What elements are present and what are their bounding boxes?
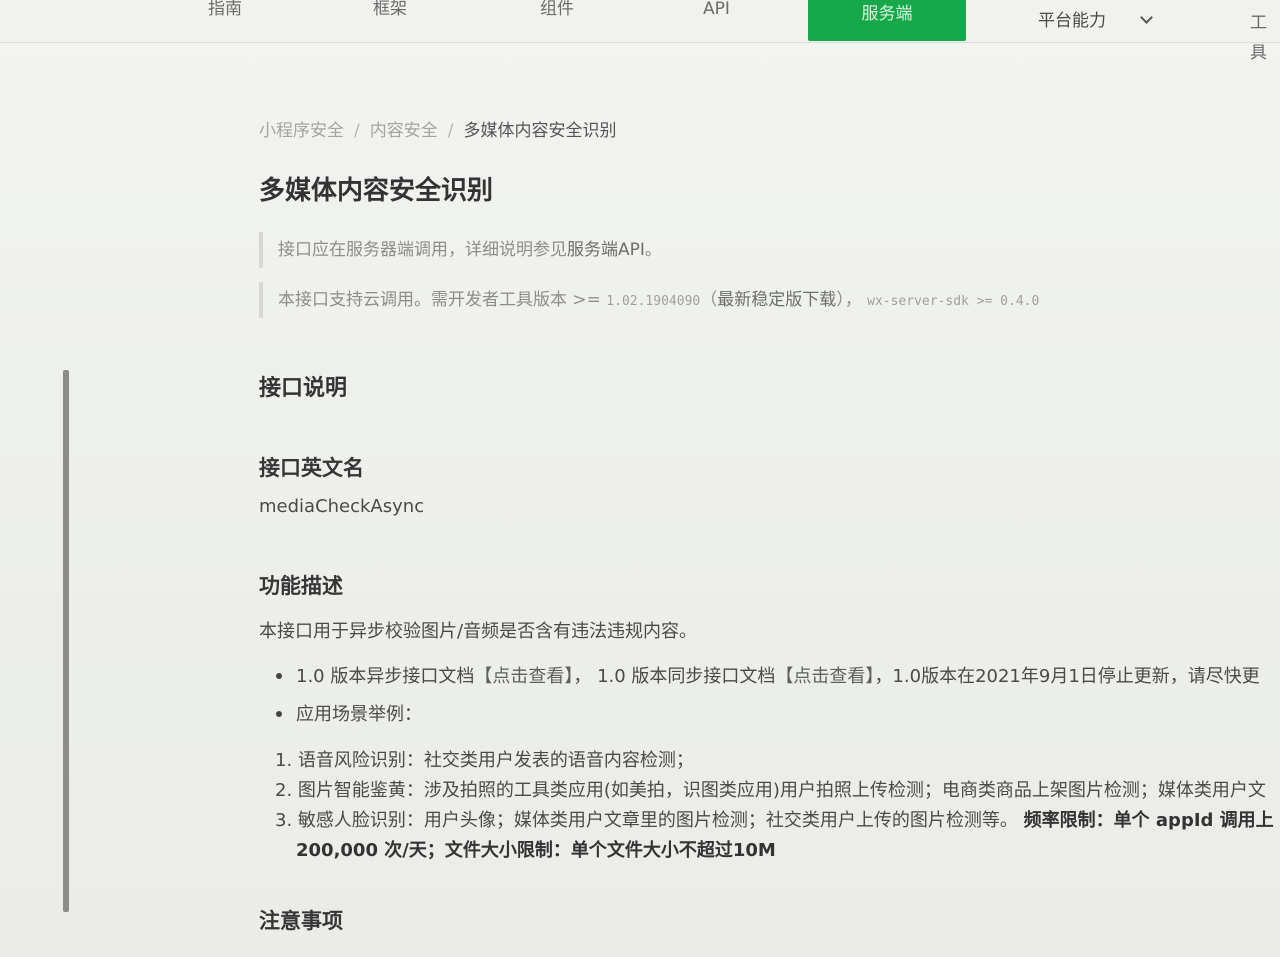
notice-text: 接口应在服务器端调用，详细说明参见	[278, 240, 567, 260]
sidebar-scrollbar[interactable]	[63, 370, 69, 912]
bullet-text: ，1.0版本在2021年9月1日停止更新，请尽快更	[874, 666, 1260, 687]
section-interface-description: 接口说明	[259, 376, 348, 401]
bullet-text: ， 1.0 版本同步接口文档	[573, 666, 776, 687]
list-item: 应用场景举例：	[276, 700, 422, 726]
notice-server-call: 接口应在服务器端调用，详细说明参见服务端API。	[259, 232, 1278, 268]
english-name-value: mediaCheckAsync	[259, 496, 425, 517]
breadcrumb-separator: /	[447, 121, 454, 141]
breadcrumb-miniprogram-security[interactable]: 小程序安全	[259, 121, 344, 141]
chevron-down-icon	[1140, 11, 1153, 24]
async-doc-link[interactable]: 【点击查看】	[474, 666, 573, 687]
nav-tools[interactable]: 工具	[1250, 8, 1280, 63]
page: 指南 框架 组件 API 服务端 平台能力 工具 小程序安全 / 内容安全 / 多媒体内…	[0, 0, 1280, 957]
heading-function-description: 功能描述	[259, 574, 343, 598]
nav-api[interactable]: API	[703, 0, 730, 24]
rate-limit-text: 频率限制：单个 appId 调用上	[1023, 810, 1274, 831]
paren-open: （	[700, 290, 718, 310]
breadcrumb-content-security[interactable]: 内容安全	[370, 121, 438, 141]
bullet-icon	[276, 711, 282, 717]
bullet-text: 1.0 版本异步接口文档	[296, 666, 475, 687]
server-api-link[interactable]: 服务端API	[567, 240, 645, 260]
list-item: 1.0 版本异步接口文档【点击查看】， 1.0 版本同步接口文档【点击查看】，1…	[276, 662, 1260, 688]
notice-cloud-call: 本接口支持云调用。需开发者工具版本 >= 1.02.1904090（最新稳定版下…	[259, 282, 1278, 318]
ordered-item-text: 3. 敏感人脸识别：用户头像；媒体类用户文章里的图片检测；社交类用户上传的图片检…	[275, 810, 1018, 831]
ordered-item-image: 2. 图片智能鉴黄：涉及拍照的工具类应用(如美拍，识图类应用)用户拍照上传检测；…	[275, 780, 1266, 801]
bullet-icon	[276, 673, 282, 679]
heading-notes: 注意事项	[259, 909, 343, 933]
breadcrumb-current: 多媒体内容安全识别	[463, 121, 617, 141]
paren-close: ），	[836, 290, 862, 310]
nav-platform-label: 平台能力	[1038, 11, 1106, 31]
devtools-version: 1.02.1904090	[606, 294, 701, 309]
page-title: 多媒体内容安全识别	[259, 176, 494, 206]
top-nav: 指南 框架 组件 API 服务端 平台能力 工具	[0, 0, 1280, 63]
breadcrumb: 小程序安全 / 内容安全 / 多媒体内容安全识别	[259, 116, 616, 141]
nav-guide[interactable]: 指南	[208, 0, 242, 24]
sdk-version: wx-server-sdk >= 0.4.0	[867, 294, 1040, 309]
sync-doc-link[interactable]: 【点击查看】	[775, 666, 874, 687]
ordered-item-face: 3. 敏感人脸识别：用户头像；媒体类用户文章里的图片检测；社交类用户上传的图片检…	[275, 806, 1274, 832]
breadcrumb-separator: /	[354, 121, 360, 141]
limit-details: 200,000 次/天；文件大小限制：单个文件大小不超过10M	[296, 840, 776, 861]
notice-tail: 。	[644, 240, 662, 260]
ordered-item-voice: 1. 语音风险识别：社交类用户发表的语音内容检测；	[275, 750, 694, 771]
nav-platform-dropdown[interactable]: 平台能力	[1038, 6, 1153, 31]
heading-english-name: 接口英文名	[259, 456, 364, 480]
notice-text: 本接口支持云调用。需开发者工具版本 >=	[278, 290, 607, 310]
bullet-text: 应用场景举例：	[296, 704, 422, 725]
nav-server-active[interactable]: 服务端	[808, 0, 966, 41]
nav-components[interactable]: 组件	[540, 0, 574, 24]
function-description: 本接口用于异步校验图片/音频是否含有违法违规内容。	[259, 621, 698, 642]
stable-download-link[interactable]: 最新稳定版下载	[717, 290, 836, 310]
nav-framework[interactable]: 框架	[373, 0, 407, 24]
